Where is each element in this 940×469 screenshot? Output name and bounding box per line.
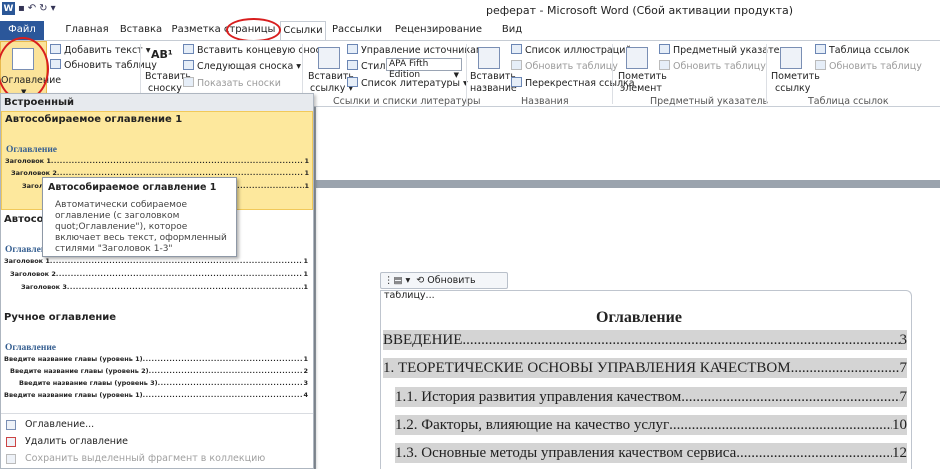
save-selection-menu-item[interactable]: Сохранить выделенный фрагмент в коллекци… <box>1 450 313 467</box>
add-text-button[interactable]: Добавить текст ▾ <box>50 44 151 56</box>
toc-entry[interactable]: 1. ТЕОРЕТИЧЕСКИЕ ОСНОВЫ УПРАВЛЕНИЯ КАЧЕС… <box>383 358 907 378</box>
insert-caption-label-2[interactable]: название <box>470 83 517 94</box>
window-title: реферат - Microsoft Word (Сбой активации… <box>486 4 794 17</box>
preview-line: Введите название главы (уровень 3)3 <box>19 379 308 388</box>
remove-toc-menu-item[interactable]: Удалить оглавление <box>1 433 313 450</box>
title-bar: W ▪ ↶ ↻ ▾ реферат - Microsoft Word (Сбой… <box>0 0 940 20</box>
document-page-top[interactable] <box>316 107 940 180</box>
remove-toc-icon <box>6 437 16 447</box>
table-of-figures-button[interactable]: Список иллюстраций <box>511 44 632 56</box>
redo-icon[interactable]: ↻ <box>39 3 47 14</box>
tab-insert[interactable]: Вставка <box>116 21 166 40</box>
gallery-item-name: Автособираемое оглавление 1 <box>5 114 183 125</box>
cross-reference-button[interactable]: Перекрестная ссылка <box>511 77 635 89</box>
style-icon <box>347 60 358 70</box>
tooltip-body: Автоматически собираемое оглавление (с з… <box>55 200 227 254</box>
tab-mailings[interactable]: Рассылки <box>328 21 386 40</box>
update-authorities-button[interactable]: Обновить таблицу <box>815 60 922 72</box>
manage-sources-icon <box>347 44 358 54</box>
group-separator <box>466 44 467 104</box>
ribbon-tabs: Файл Главная Вставка Разметка страницы С… <box>0 20 940 40</box>
toc-title: Оглавление <box>596 309 682 326</box>
mark-entry-label-2[interactable]: элемент <box>620 83 662 94</box>
update-table-icon <box>50 59 61 69</box>
toc-content-control-toolbar[interactable]: ⋮▤ ▾ ⟲ Обновить таблицу... <box>380 272 508 301</box>
gallery-item-manual-toc[interactable]: Ручное оглавление Оглавление Введите наз… <box>1 309 313 409</box>
bibliography-button[interactable]: Список литературы ▾ <box>347 77 468 89</box>
preview-line: Введите название главы (уровень 1)1 <box>4 355 308 364</box>
cross-reference-icon <box>511 77 522 87</box>
preview-heading: Оглавление <box>5 343 57 353</box>
table-of-figures-icon <box>511 44 522 54</box>
insert-endnote-button[interactable]: Вставить концевую сноску <box>183 44 332 56</box>
preview-line: Заголовок 31 <box>21 283 308 292</box>
add-text-icon <box>50 44 61 54</box>
tab-references[interactable]: Ссылки <box>280 21 326 40</box>
save-selection-icon <box>6 454 16 464</box>
preview-line: Заголовок 11 <box>5 157 309 166</box>
mark-citation-label-2[interactable]: ссылку <box>775 83 810 94</box>
word-app-icon[interactable]: W <box>2 2 15 15</box>
footnote-ab-icon: AB¹ <box>151 48 173 61</box>
undo-icon[interactable]: ↶ <box>28 3 36 14</box>
toc-entry[interactable]: 1.1. История развития управления качеств… <box>395 387 907 407</box>
insert-index-icon <box>659 44 670 54</box>
quick-access-toolbar: W ▪ ↶ ↻ ▾ <box>2 2 56 15</box>
insert-index-button[interactable]: Предметный указатель <box>659 44 791 56</box>
insert-citation-icon <box>318 47 340 69</box>
highlight-ring-references <box>226 18 281 42</box>
group-label-index: Предметный указатель <box>650 96 769 107</box>
toc-dialog-icon <box>6 420 16 430</box>
update-figures-button[interactable]: Обновить таблицу <box>511 60 618 72</box>
toc-dialog-menu-item[interactable]: Оглавление... <box>1 416 313 433</box>
next-footnote-button[interactable]: Следующая сноска ▾ <box>183 60 301 72</box>
mark-citation-button[interactable]: Пометить <box>771 71 820 82</box>
manage-sources-button[interactable]: Управление источниками <box>347 44 489 56</box>
update-toc-icon: ⟲ <box>416 275 425 286</box>
style-select[interactable]: APA Fifth Edition ▼ <box>386 58 462 80</box>
tab-review[interactable]: Рецензирование <box>386 21 491 40</box>
gallery-item-name: Ручное оглавление <box>4 312 117 323</box>
mark-citation-icon <box>780 47 802 69</box>
update-index-button[interactable]: Обновить таблицу <box>659 60 766 72</box>
preview-line: Заголовок 11 <box>4 257 308 266</box>
toc-handle-icon[interactable]: ⋮▤ ▾ <box>384 275 410 286</box>
save-icon[interactable]: ▪ <box>18 3 25 14</box>
insert-caption-icon <box>478 47 500 69</box>
tab-view[interactable]: Вид <box>493 21 531 40</box>
table-of-authorities-button[interactable]: Таблица ссылок <box>815 44 910 56</box>
tab-home[interactable]: Главная <box>58 21 116 40</box>
next-footnote-icon <box>183 60 194 70</box>
update-index-icon <box>659 60 670 70</box>
group-separator <box>766 44 767 104</box>
group-label-authorities: Таблица ссылок <box>808 96 889 107</box>
mark-entry-icon <box>626 47 648 69</box>
bibliography-icon <box>347 77 358 87</box>
tooltip-title: Автособираемое оглавление 1 <box>48 182 217 193</box>
endnote-icon <box>183 44 194 54</box>
insert-caption-button[interactable]: Вставить <box>470 71 516 82</box>
mark-entry-button[interactable]: Пометить <box>618 71 667 82</box>
preview-line: Введите название главы (уровень 1)4 <box>4 391 308 400</box>
table-of-authorities-icon <box>815 44 826 54</box>
update-authorities-icon <box>815 60 826 70</box>
gallery-section-builtin: Встроенный <box>1 94 313 111</box>
toc-gallery-dropdown: Встроенный Автособираемое оглавление 1 О… <box>0 93 314 469</box>
preview-line: Заголовок 21 <box>10 270 308 279</box>
gallery-tooltip: Автособираемое оглавление 1 Автоматическ… <box>42 177 237 257</box>
show-notes-icon <box>183 77 194 87</box>
toc-entry[interactable]: 1.2. Факторы, влияющие на качество услуг… <box>395 415 907 435</box>
update-figures-icon <box>511 60 522 70</box>
menu-separator <box>1 413 313 414</box>
preview-line: Введите название главы (уровень 2)2 <box>10 367 308 376</box>
group-separator <box>612 44 613 104</box>
show-notes-button[interactable]: Показать сноски <box>183 77 281 89</box>
customize-qat-icon[interactable]: ▾ <box>51 3 56 14</box>
toc-entry[interactable]: 1.3. Основные методы управления качество… <box>395 443 907 463</box>
group-label-captions: Названия <box>521 96 569 107</box>
preview-heading: Оглавление <box>6 145 58 155</box>
group-label-citations: Ссылки и списки литературы <box>333 96 481 107</box>
toc-entry[interactable]: ВВЕДЕНИЕ3 <box>383 330 907 350</box>
